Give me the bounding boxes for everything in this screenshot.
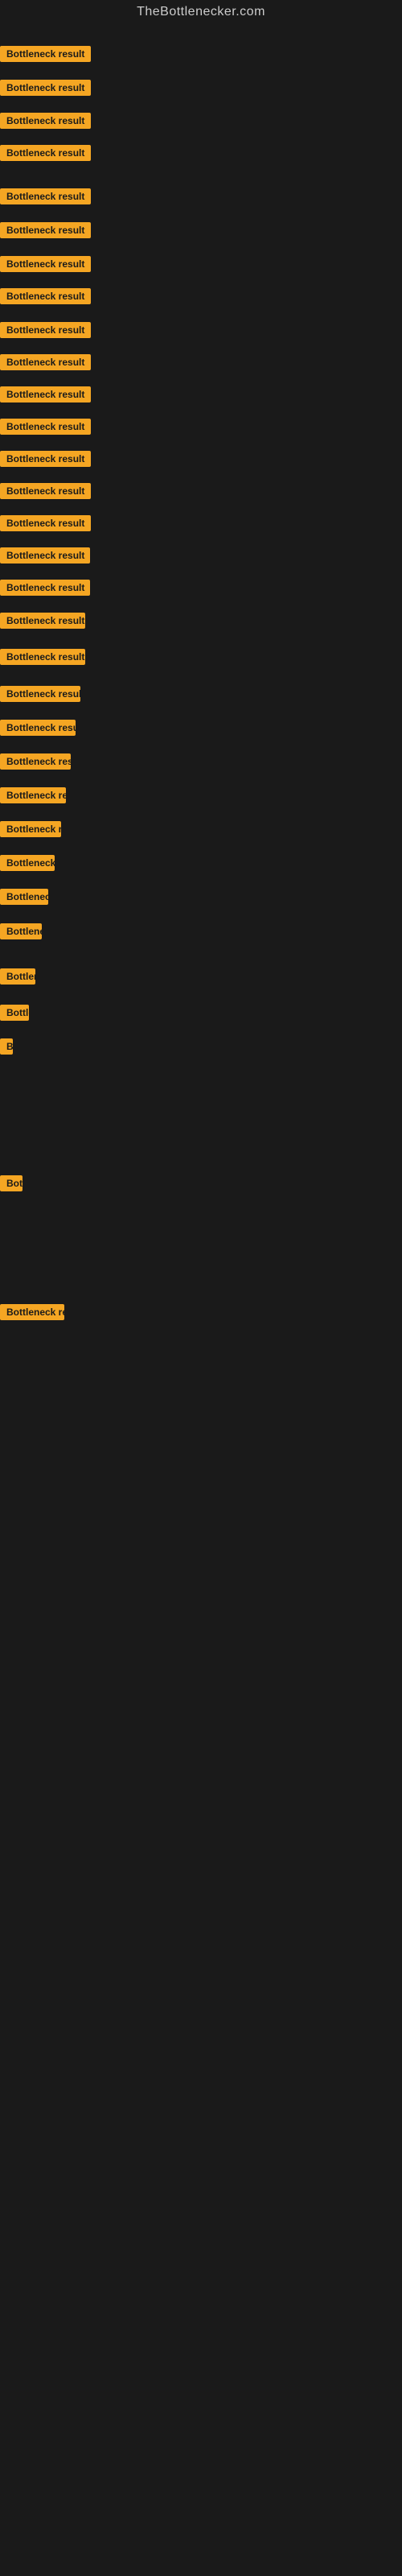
bottleneck-item: Bottleneck result	[0, 113, 91, 133]
bottleneck-item: Bottleneck result	[0, 753, 71, 774]
bottleneck-badge: Bottleneck result	[0, 483, 91, 499]
bottleneck-badge: Bottleneck result	[0, 821, 61, 837]
bottleneck-badge: Bottleneck result	[0, 288, 91, 304]
bottleneck-item: Bottleneck result	[0, 256, 91, 276]
bottleneck-badge: Bottleneck result	[0, 322, 91, 338]
bottleneck-item: Bottleneck result	[0, 145, 91, 165]
bottleneck-badge: Bot	[0, 1175, 23, 1191]
bottleneck-badge: Bottleneck result	[0, 515, 91, 531]
bottleneck-item: Bottleneck result	[0, 649, 85, 669]
site-title: TheBottlenecker.com	[0, 0, 402, 23]
bottleneck-badge: Bottleneck result	[0, 222, 91, 238]
bottleneck-item: Bottleneck result	[0, 188, 91, 208]
bottleneck-item: Bottleneck result	[0, 451, 91, 471]
bottleneck-item: Bottleneck result	[0, 547, 90, 568]
bottleneck-badge: Bottleneck result	[0, 354, 91, 370]
bottleneck-item: Bottleneck result	[0, 46, 91, 66]
bottleneck-badge: Bottleneck result	[0, 889, 48, 905]
bottleneck-item: Bottleneck result	[0, 322, 91, 342]
bottleneck-item: Bottleneck result	[0, 515, 91, 535]
bottleneck-item: Bottleneck result	[0, 821, 61, 841]
bottleneck-item: Bottleneck result	[0, 419, 91, 439]
bottleneck-item: Bottleneck result	[0, 787, 66, 807]
bottleneck-item: Bottleneck result	[0, 968, 35, 989]
bottleneck-badge: Bottleneck result	[0, 720, 76, 736]
bottleneck-item: Bottleneck result	[0, 580, 90, 600]
bottleneck-badge: Bottleneck result	[0, 613, 85, 629]
bottleneck-badge: Bottleneck result	[0, 753, 71, 770]
bottleneck-badge: Bottleneck result	[0, 113, 91, 129]
bottleneck-badge: Bottleneck result	[0, 451, 91, 467]
bottleneck-item: Bottleneck result	[0, 483, 91, 503]
bottleneck-badge: Bottleneck re	[0, 1304, 64, 1320]
bottleneck-badge: Bottleneck result	[0, 46, 91, 62]
bottleneck-item: Bottleneck result	[0, 889, 48, 909]
bottleneck-item: Bottleneck result	[0, 923, 42, 943]
bottleneck-item: Bottleneck result	[0, 855, 55, 875]
bottleneck-badge: Bottleneck result	[0, 686, 80, 702]
bottleneck-badge: Bottleneck result	[0, 968, 35, 985]
bottleneck-badge: Bottleneck result	[0, 145, 91, 161]
bottleneck-badge: Bottleneck result	[0, 80, 91, 96]
bottleneck-item: B	[0, 1038, 13, 1059]
bottleneck-item: Bot	[0, 1175, 23, 1195]
bottleneck-badge: Bottleneck result	[0, 419, 91, 435]
bottleneck-item: Bottleneck result	[0, 613, 85, 633]
bottleneck-badge: Bottleneck result	[0, 188, 91, 204]
bottleneck-badge: Bottleneck result	[0, 256, 91, 272]
bottleneck-item: Bottleneck result	[0, 386, 91, 407]
bottleneck-badge: Bottleneck result	[0, 649, 85, 665]
bottleneck-item: Bottleneck result	[0, 288, 91, 308]
bottleneck-item: Bottleneck result	[0, 720, 76, 740]
bottleneck-item: Bottleneck result	[0, 686, 80, 706]
bottleneck-item: Bottleneck re	[0, 1304, 64, 1324]
bottleneck-badge: Bottleneck result	[0, 855, 55, 871]
bottleneck-item: Bottleneck result	[0, 1005, 29, 1025]
bottleneck-badge: Bottleneck result	[0, 580, 90, 596]
bottleneck-badge: Bottleneck result	[0, 1005, 29, 1021]
bottleneck-badge: B	[0, 1038, 13, 1055]
bottleneck-badge: Bottleneck result	[0, 923, 42, 939]
bottleneck-item: Bottleneck result	[0, 354, 91, 374]
bottleneck-item: Bottleneck result	[0, 80, 91, 100]
bottleneck-badge: Bottleneck result	[0, 386, 91, 402]
bottleneck-badge: Bottleneck result	[0, 787, 66, 803]
bottleneck-item: Bottleneck result	[0, 222, 91, 242]
bottleneck-badge: Bottleneck result	[0, 547, 90, 564]
